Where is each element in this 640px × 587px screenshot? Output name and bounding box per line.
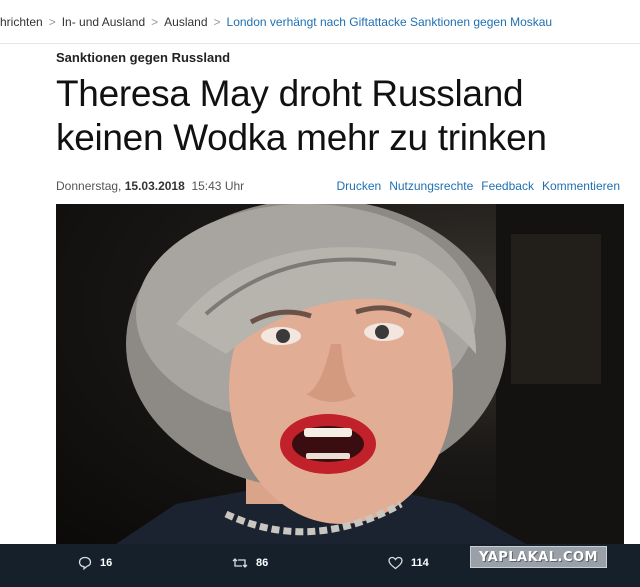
print-link[interactable]: Drucken [337,179,382,193]
retweet-icon [232,558,248,568]
chevron-right-icon: > [48,14,56,29]
watermark: YAPLAKAL.COM [470,546,607,568]
article-headline: Theresa May droht Russland keinen Wodka … [56,73,547,158]
retweet-count: 86 [256,557,269,569]
breadcrumb: hrichten > In- und Ausland > Ausland > L… [0,0,640,44]
chevron-right-icon: > [213,14,221,29]
article-meta: Donnerstag, 15.03.2018 15:43 Uhr [56,179,244,193]
reply-icon [78,556,92,570]
breadcrumb-item[interactable]: Ausland [164,15,207,29]
heart-icon [388,556,403,570]
article-date: 15.03.2018 [124,179,185,193]
reply-count: 16 [100,557,113,569]
article-kicker: Sanktionen gegen Russland [56,50,231,65]
like-action[interactable]: 114 [388,556,429,570]
like-count: 114 [411,557,429,569]
portrait-photo [116,204,624,544]
article-time: 15:43 Uhr [191,179,245,193]
feedback-link[interactable]: Feedback [481,179,534,193]
breadcrumb-item[interactable]: In- und Ausland [62,15,145,29]
article-weekday: Donnerstag, [56,179,122,193]
article-actions: Drucken Nutzungsrechte Feedback Kommenti… [337,179,620,193]
breadcrumb-item[interactable]: hrichten [0,15,43,29]
usage-rights-link[interactable]: Nutzungsrechte [389,179,473,193]
reply-action[interactable]: 16 [78,556,112,570]
chevron-right-icon: > [151,14,159,29]
comment-link[interactable]: Kommentieren [542,179,620,193]
breadcrumb-current[interactable]: London verhängt nach Giftattacke Sanktio… [227,15,553,29]
retweet-action[interactable]: 86 [232,556,268,570]
article-photo [56,204,624,544]
